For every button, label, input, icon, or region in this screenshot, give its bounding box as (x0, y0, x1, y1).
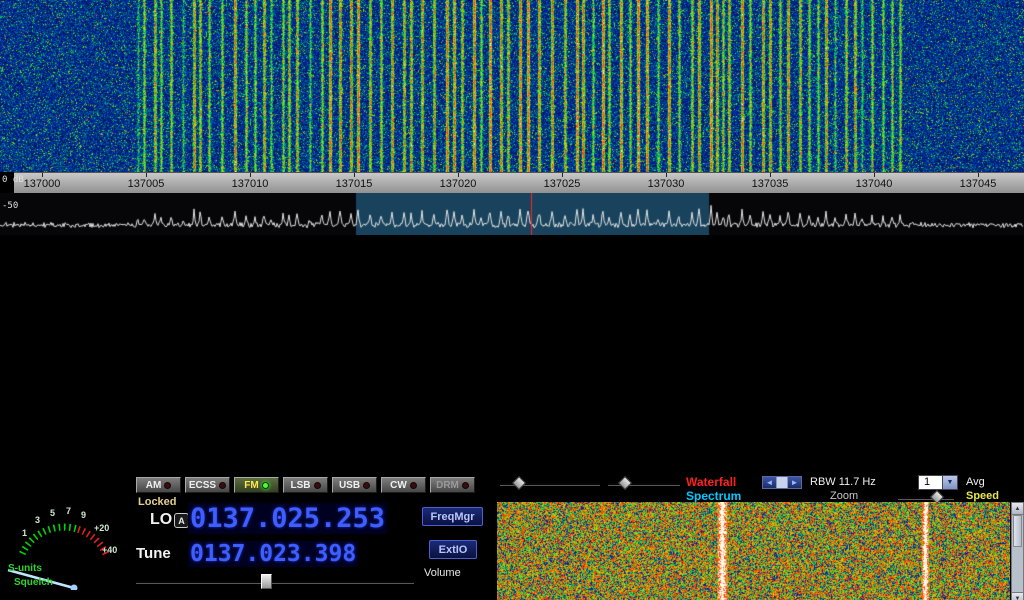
speed-slider-top[interactable] (898, 496, 954, 500)
scale-tick (250, 173, 251, 177)
mode-button-label: LSB (291, 480, 311, 491)
s-meter-pivot (71, 585, 78, 591)
mode-led-icon (164, 482, 171, 489)
speed-combo-top[interactable]: 1▼ (918, 475, 958, 490)
spectrum-tab-top[interactable]: Spectrum (686, 489, 741, 503)
mode-led-icon (363, 482, 370, 489)
s-meter-scale-plus40: +40 (102, 545, 117, 555)
brightness-slider-handle-top[interactable] (512, 476, 526, 490)
tune-label: Tune (136, 545, 171, 562)
locked-label: Locked (138, 496, 177, 508)
mode-button-label: USB (339, 480, 360, 491)
mode-button-label: AM (146, 480, 162, 491)
main-frequency-scale[interactable]: 137000 137005 137010 137015 137020 137025 1370… (14, 172, 1024, 194)
s-meter-scale-5: 5 (50, 508, 55, 518)
mode-led-icon (314, 482, 321, 489)
scroll-left-icon[interactable]: ◄ (763, 477, 776, 488)
s-meter-green-arc (22, 527, 78, 554)
lock-a-icon[interactable]: A (174, 513, 189, 528)
spectrum-db-max-label: 0 dB (2, 175, 24, 185)
rbw-label-top: RBW 11.7 Hz (810, 476, 876, 488)
scale-label-137025: 137025 (544, 178, 581, 190)
mode-button-am[interactable]: AM (136, 477, 181, 493)
volume-slider-handle[interactable] (261, 574, 272, 589)
scale-label-137045: 137045 (960, 178, 997, 190)
mode-button-cw[interactable]: CW (381, 477, 426, 493)
mode-button-lsb[interactable]: LSB (283, 477, 328, 493)
scale-tick (770, 173, 771, 177)
overview-spectrum-display[interactable] (0, 193, 1024, 235)
tune-frequency-display[interactable]: 0137.023.398 (188, 541, 358, 567)
waterfall-shift-control-top[interactable]: ◄► (762, 476, 802, 489)
extio-button[interactable]: ExtIO (429, 540, 477, 559)
scale-tick (978, 173, 979, 177)
scale-label-137035: 137035 (752, 178, 789, 190)
scale-label-137030: 137030 (648, 178, 685, 190)
spectrum-db-mid-label: -50 (2, 201, 18, 211)
mode-led-icon (219, 482, 226, 489)
mode-button-label: ECSS (189, 480, 216, 491)
hdsdr-window: 1370001370051370101370151370201370251370… (0, 0, 1024, 600)
scale-label-137040: 137040 (856, 178, 893, 190)
squelch-label[interactable]: Squelch (14, 577, 53, 588)
control-panel: 13579+20+40 S-units Squelch Soundcard [F… (0, 235, 1024, 600)
mode-led-icon (462, 482, 469, 489)
mode-row: AM ECSS FM LSB USB CW DRM (136, 477, 475, 493)
s-meter-scale-1: 1 (22, 528, 27, 538)
speed-combo-value: 1 (919, 476, 942, 489)
scroll-down-icon[interactable]: ▼ (1012, 592, 1023, 600)
freqmgr-button[interactable]: FreqMgr (422, 507, 483, 526)
scrollbar-thumb[interactable] (1013, 515, 1022, 547)
scale-label-137005: 137005 (128, 178, 165, 190)
scale-label-137010: 137010 (232, 178, 269, 190)
mode-button-ecss[interactable]: ECSS (185, 477, 230, 493)
mode-button-label: CW (390, 480, 407, 491)
mode-led-icon (410, 482, 417, 489)
scale-tick (666, 173, 667, 177)
waterfall-scrollbar[interactable]: ▲ ▼ (1011, 502, 1024, 600)
volume-label: Volume (424, 567, 461, 579)
lo-frequency-display[interactable]: 0137.025.253 (188, 503, 387, 534)
s-meter-scale-9: 9 (81, 510, 86, 520)
right-waterfall-display[interactable] (497, 502, 1010, 600)
contrast-slider-handle-top[interactable] (618, 476, 632, 490)
waterfall-tab-top[interactable]: Waterfall (686, 475, 736, 489)
scale-tick (874, 173, 875, 177)
s-meter-scale-3: 3 (35, 515, 40, 525)
main-waterfall-display[interactable] (0, 0, 1024, 172)
scale-tick (146, 173, 147, 177)
mode-button-label: FM (244, 480, 258, 491)
mode-button-drm[interactable]: DRM (430, 477, 475, 493)
mode-led-icon (262, 482, 269, 489)
scale-tick (458, 173, 459, 177)
dropdown-arrow-icon[interactable]: ▼ (942, 476, 957, 489)
scroll-up-icon[interactable]: ▲ (1012, 503, 1023, 515)
avg-label-top: Avg (966, 476, 985, 488)
zoom-label-top: Zoom (830, 490, 858, 502)
s-meter-scale-plus20: +20 (94, 523, 109, 533)
shift-thumb[interactable] (776, 477, 788, 488)
speed-label-top: Speed (966, 490, 999, 502)
right-controls-top: Waterfall◄►RBW 11.7 Hz1▼AvgSpectrumZoomS… (490, 472, 1024, 504)
s-units-label: S-units (8, 563, 42, 574)
lo-label: LO (150, 511, 172, 529)
s-meter-scale-7: 7 (66, 506, 71, 516)
volume-slider[interactable] (136, 574, 414, 587)
scale-tick (562, 173, 563, 177)
scale-label-137015: 137015 (336, 178, 373, 190)
mode-button-label: DRM (436, 480, 459, 491)
scroll-right-icon[interactable]: ► (788, 477, 801, 488)
volume-slider-groove (136, 580, 414, 584)
mode-button-fm[interactable]: FM (234, 477, 279, 493)
scale-tick (42, 173, 43, 177)
scale-label-137020: 137020 (440, 178, 477, 190)
mode-button-usb[interactable]: USB (332, 477, 377, 493)
scale-label-137000: 137000 (24, 178, 61, 190)
scale-tick (354, 173, 355, 177)
